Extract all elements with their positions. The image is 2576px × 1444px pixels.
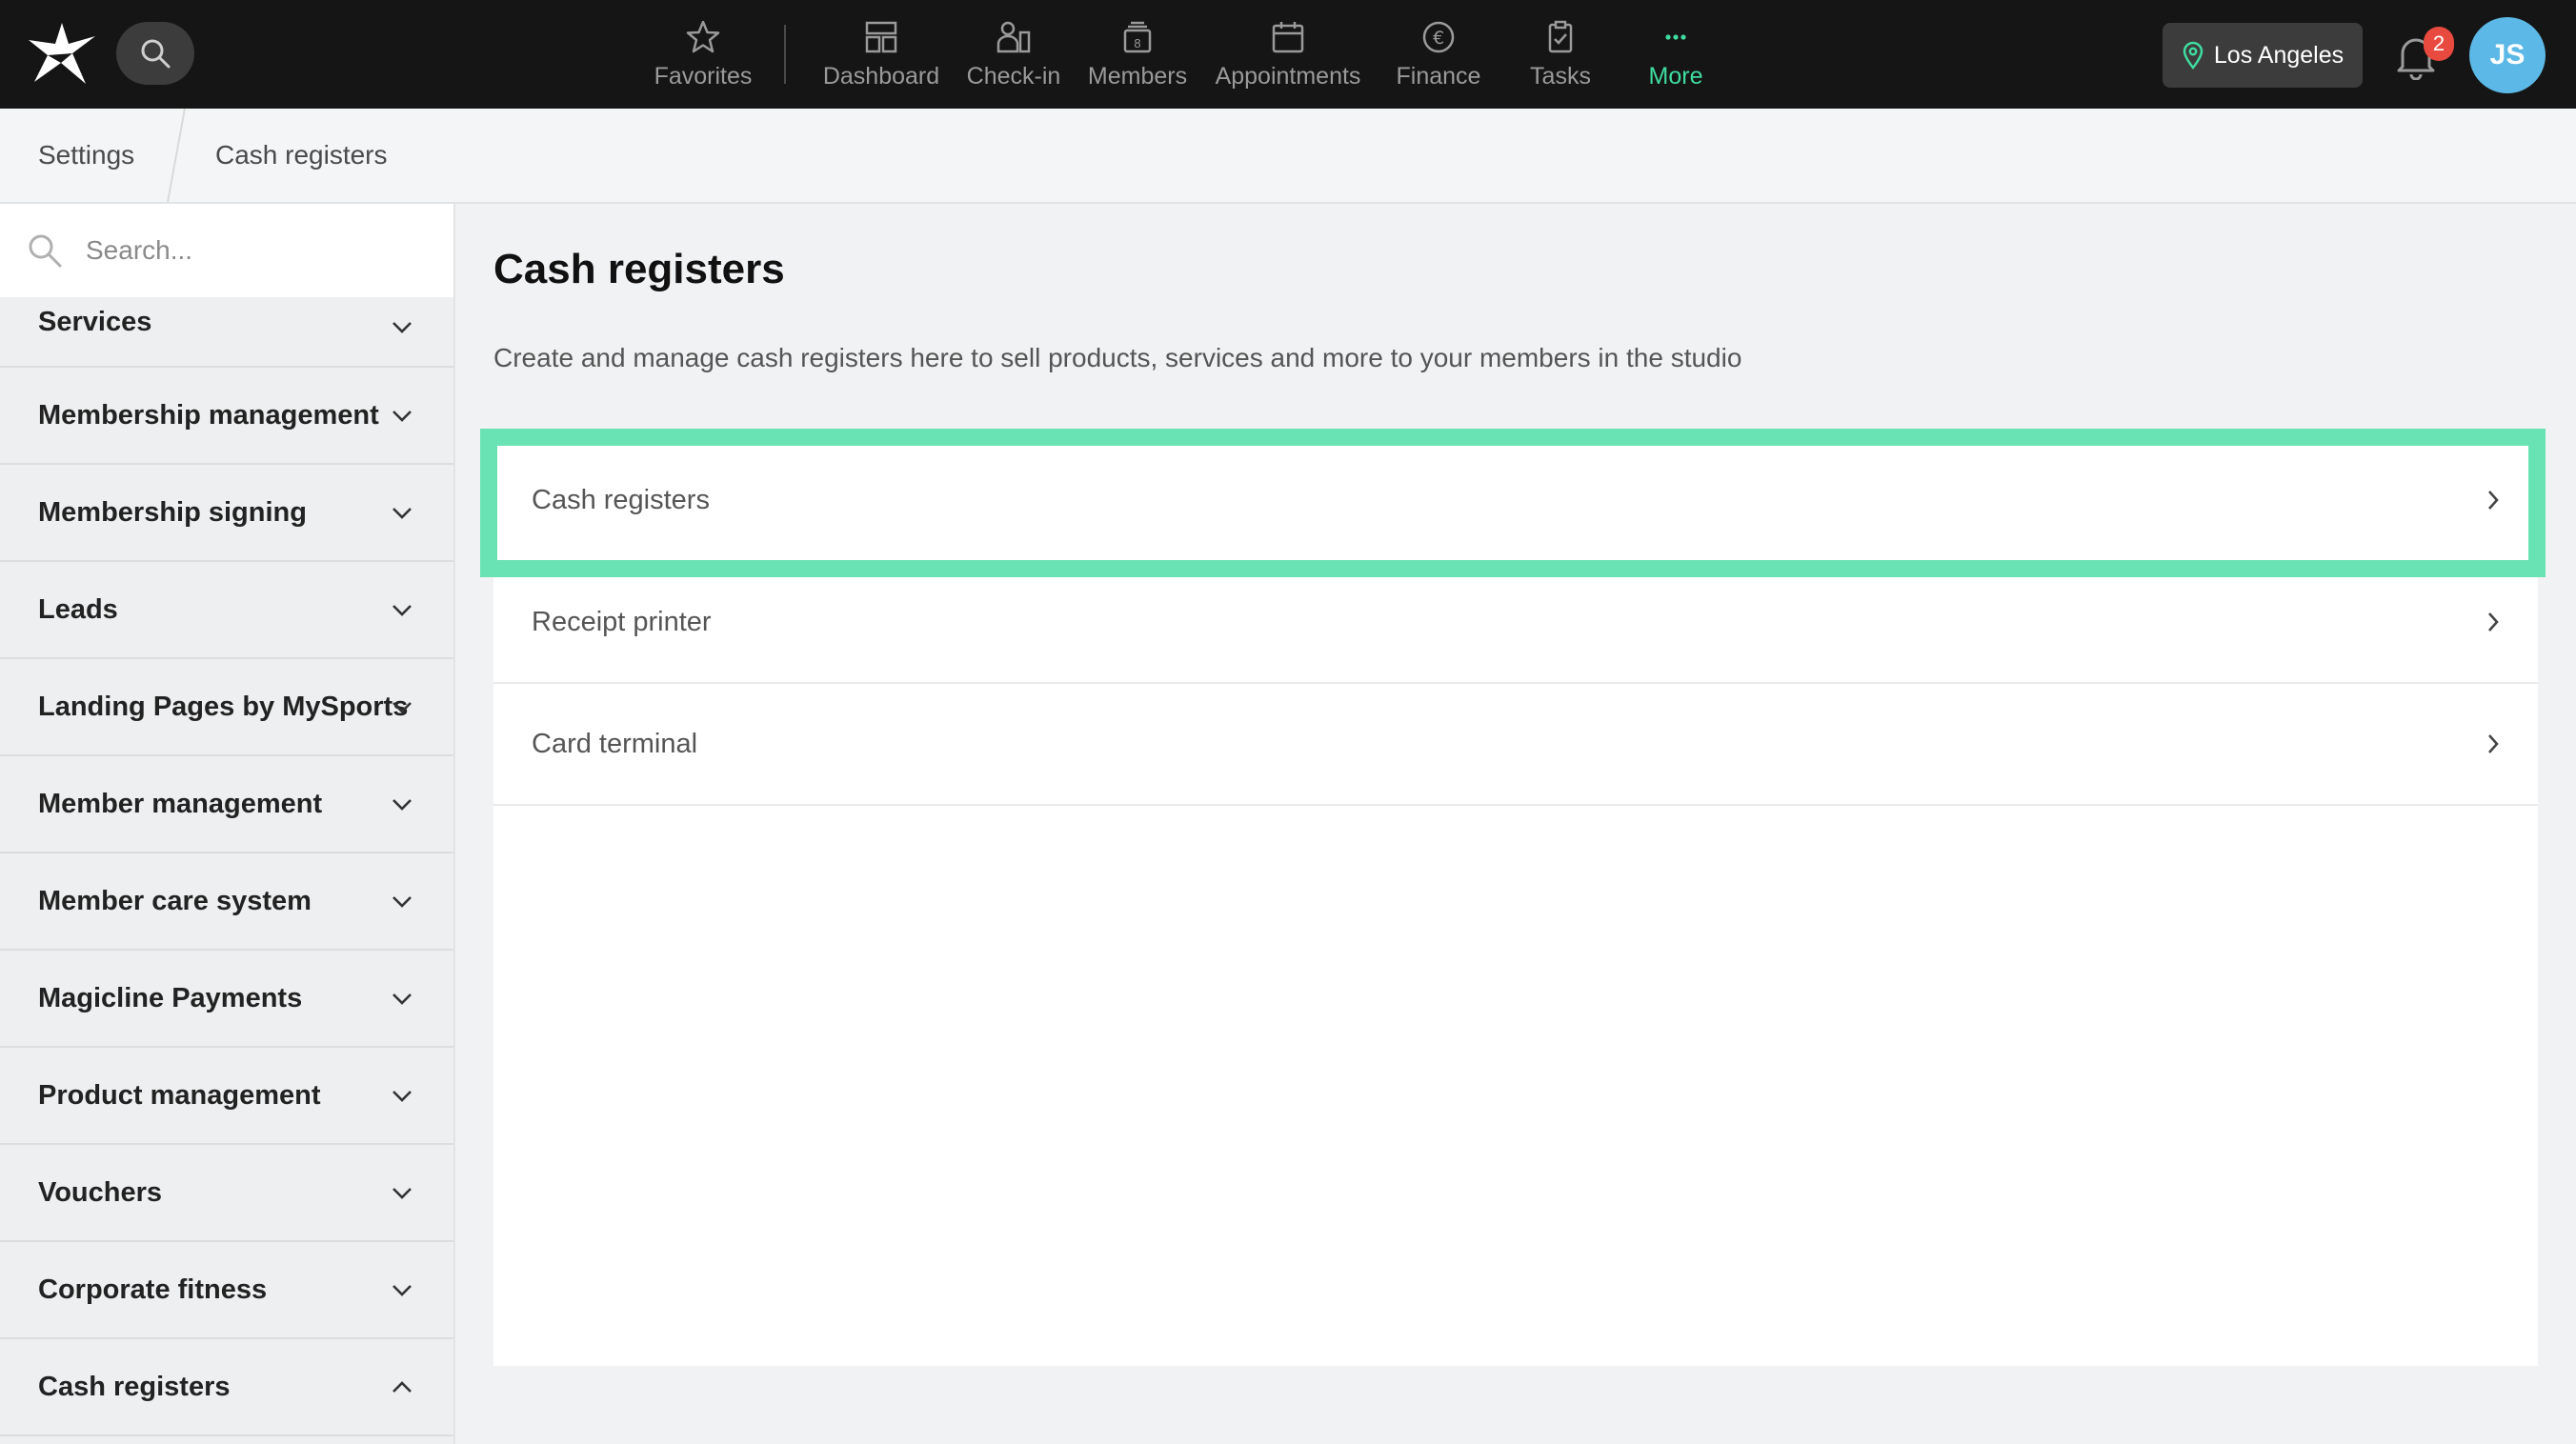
sidebar-item-label: Landing Pages by MySports (38, 691, 409, 722)
breadcrumb-settings[interactable]: Settings (38, 109, 134, 202)
breadcrumb: Settings Cash registers (0, 109, 2576, 204)
chevron-down-icon (392, 799, 412, 811)
members-icon: 8 (1123, 21, 1152, 52)
calendar-icon (1272, 21, 1304, 52)
chevron-down-icon (392, 896, 412, 908)
settings-row-card-terminal[interactable]: Card terminal (493, 684, 2538, 806)
nav-finance-label: Finance (1396, 62, 1481, 90)
sidebar-item-label: Product management (38, 1079, 321, 1111)
svg-text:€: € (1433, 28, 1444, 49)
sidebar-item-membership-signing[interactable]: Membership signing (0, 465, 453, 562)
map-pin-icon (2183, 41, 2204, 70)
nav-appointments-label: Appointments (1215, 62, 1361, 90)
nav-members[interactable]: 8 Members (1086, 0, 1189, 109)
euro-icon: € (1422, 21, 1455, 52)
global-search-button[interactable] (116, 22, 194, 85)
nav-more[interactable]: More (1631, 0, 1721, 109)
sidebar-item-membership-management[interactable]: Membership management (0, 368, 453, 465)
sidebar-item-corporate-fitness[interactable]: Corporate fitness (0, 1242, 453, 1339)
nav-dashboard-label: Dashboard (822, 62, 940, 90)
sidebar-item-magicline-payments[interactable]: Magicline Payments (0, 951, 453, 1048)
chevron-right-icon (2488, 734, 2499, 753)
clipboard-icon (1548, 20, 1573, 52)
nav-members-label: Members (1087, 62, 1188, 90)
settings-row-receipt-printer[interactable]: Receipt printer (493, 562, 2538, 684)
sidebar-search (0, 204, 453, 297)
location-selector-button[interactable]: Los Angeles (2163, 23, 2363, 88)
chevron-down-icon (392, 1188, 412, 1199)
chevron-down-icon (392, 1091, 412, 1102)
sidebar-item-label: Leads (38, 593, 118, 625)
sidebar-item-vouchers[interactable]: Vouchers (0, 1145, 453, 1242)
sidebar-item-services[interactable]: Services (0, 297, 453, 368)
page-title: Cash registers (493, 246, 785, 292)
nav-dashboard[interactable]: Dashboard (821, 0, 941, 109)
nav-appointments[interactable]: Appointments (1212, 0, 1364, 109)
breadcrumb-separator (167, 109, 186, 202)
sidebar-item-leads[interactable]: Leads (0, 562, 453, 659)
sidebar-item-landing-pages[interactable]: Landing Pages by MySports (0, 659, 453, 756)
nav-check-in-label: Check-in (966, 62, 1061, 90)
breadcrumb-cash-registers: Cash registers (215, 140, 388, 170)
settings-sidebar: Services Membership management Membershi… (0, 204, 455, 1444)
top-navigation-bar: Favorites Dashboard Check-in 8 Members A… (0, 0, 2576, 109)
row-label: Card terminal (532, 728, 698, 759)
search-icon (141, 39, 171, 69)
sidebar-list: Services Membership management Membershi… (0, 297, 453, 1436)
chevron-down-icon (392, 508, 412, 519)
nav-check-in[interactable]: Check-in (964, 0, 1063, 109)
highlight-frame (480, 429, 2546, 577)
logo-icon[interactable] (27, 21, 97, 88)
page-description: Create and manage cash registers here to… (493, 343, 1742, 372)
chevron-down-icon (392, 605, 412, 616)
chevron-up-icon (392, 1381, 412, 1393)
nav-divider (784, 25, 786, 84)
check-in-icon (996, 21, 1031, 52)
row-label: Receipt printer (532, 606, 712, 637)
sidebar-item-label: Member care system (38, 885, 312, 916)
nav-tasks-label: Tasks (1530, 62, 1591, 90)
chevron-down-icon (392, 702, 412, 713)
user-avatar[interactable]: JS (2469, 17, 2546, 93)
sidebar-item-label: Membership signing (38, 496, 307, 528)
star-icon (686, 20, 720, 52)
sidebar-item-label: Vouchers (38, 1176, 163, 1208)
svg-text:8: 8 (1134, 36, 1140, 50)
nav-more-label: More (1648, 62, 1703, 90)
search-icon (29, 234, 62, 268)
chevron-down-icon (392, 1285, 412, 1296)
dashboard-icon (865, 21, 897, 52)
more-icon (1665, 33, 1686, 40)
nav-favorites[interactable]: Favorites (648, 0, 758, 109)
chevron-down-icon (392, 322, 412, 333)
sidebar-item-label: Member management (38, 788, 323, 819)
sidebar-search-input[interactable] (86, 229, 429, 272)
nav-tasks[interactable]: Tasks (1513, 0, 1608, 109)
nav-favorites-label: Favorites (654, 62, 753, 90)
chevron-down-icon (392, 993, 412, 1005)
sidebar-item-cash-registers[interactable]: Cash registers (0, 1339, 453, 1436)
location-label: Los Angeles (2213, 41, 2345, 69)
sidebar-item-label: Magicline Payments (38, 982, 303, 1013)
sidebar-item-member-care-system[interactable]: Member care system (0, 853, 453, 951)
nav-finance[interactable]: € Finance (1387, 0, 1490, 109)
chevron-right-icon (2488, 612, 2499, 632)
sidebar-item-label: Membership management (38, 399, 379, 431)
sidebar-item-member-management[interactable]: Member management (0, 756, 453, 853)
sidebar-item-product-management[interactable]: Product management (0, 1048, 453, 1145)
sidebar-item-label: Services (38, 307, 152, 337)
notification-count-badge: 2 (2424, 27, 2454, 61)
sidebar-item-label: Cash registers (38, 1371, 231, 1402)
sidebar-item-label: Corporate fitness (38, 1274, 268, 1305)
chevron-down-icon (392, 411, 412, 422)
